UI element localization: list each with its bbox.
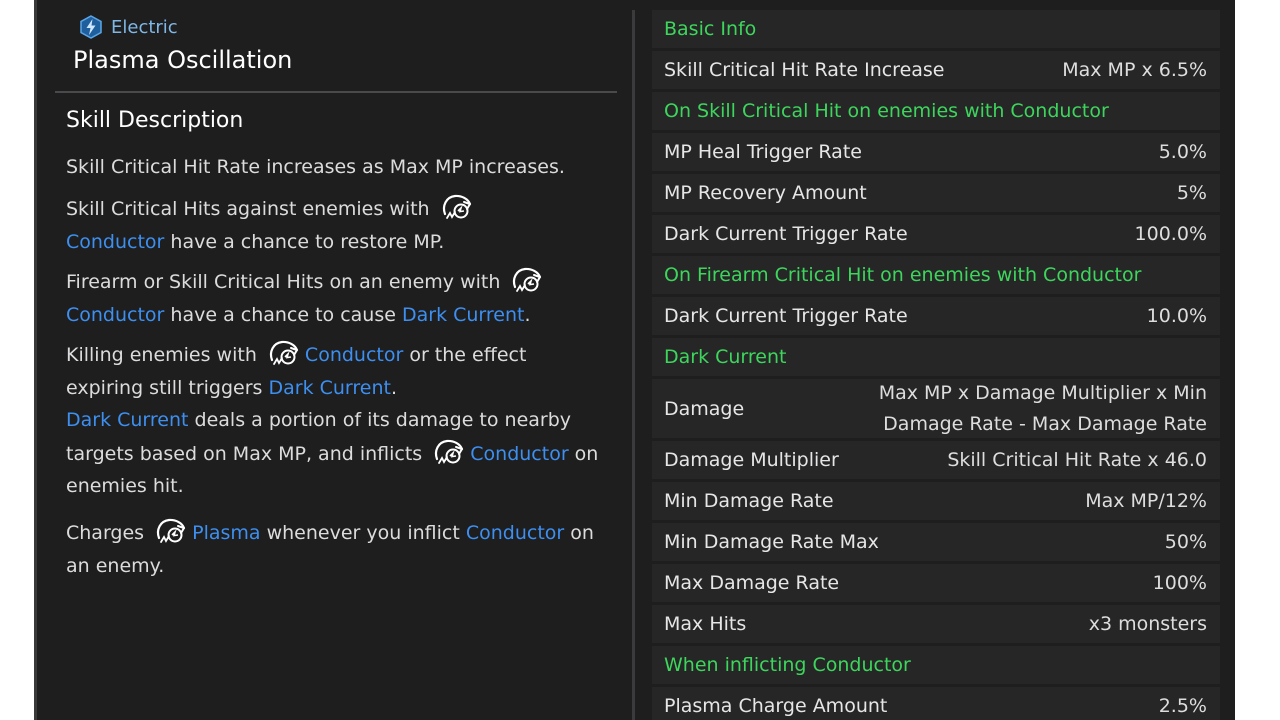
stat-row: Dark Current Trigger Rate 100.0%: [652, 215, 1220, 253]
stat-value-line: Damage Rate - Max Damage Rate: [883, 412, 1207, 435]
plasma-link[interactable]: Plasma: [192, 522, 260, 544]
stat-row: Damage Max MP x Damage Multiplier x Min …: [652, 379, 1220, 438]
stat-value: 5%: [1176, 182, 1207, 204]
section-title: On Firearm Critical Hit on enemies with …: [664, 264, 1142, 286]
description-text: have a chance to restore MP.: [164, 230, 445, 253]
stat-row: MP Recovery Amount 5%: [652, 174, 1220, 212]
description-paragraph-6: Charges Plasma whenever you inflict Cond…: [66, 516, 606, 582]
stat-row: Max Hits x3 monsters: [652, 605, 1220, 643]
section-dark-current: Dark Current: [652, 338, 1220, 376]
stat-label: MP Recovery Amount: [664, 182, 867, 204]
stat-row: Plasma Charge Amount 2.5%: [652, 687, 1220, 720]
conductor-icon: [510, 265, 544, 295]
conductor-link[interactable]: Conductor: [466, 522, 564, 544]
stat-label: Dark Current Trigger Rate: [664, 223, 908, 245]
description-paragraph-2: Skill Critical Hits against enemies with…: [66, 192, 606, 258]
skill-detail-panel: Electric Plasma Oscillation Skill Descri…: [34, 0, 1235, 720]
skill-name: Plasma Oscillation: [73, 46, 293, 74]
description-text: have a chance to cause: [164, 303, 402, 326]
stat-row: Dark Current Trigger Rate 10.0%: [652, 297, 1220, 335]
description-paragraph-4: Killing enemies with Conductor or the ef…: [66, 338, 606, 503]
stat-value: Skill Critical Hit Rate x 46.0: [947, 449, 1207, 471]
column-divider: [632, 10, 635, 720]
conductor-link[interactable]: Conductor: [66, 231, 164, 253]
description-text: Firearm or Skill Critical Hits on an ene…: [66, 271, 501, 293]
stat-label: Min Damage Rate Max: [664, 531, 879, 553]
stat-row: Damage Multiplier Skill Critical Hit Rat…: [652, 441, 1220, 479]
section-inflicting-conductor: When inflicting Conductor: [652, 646, 1220, 684]
conductor-icon: [432, 437, 466, 467]
stat-value: Max MP/12%: [1085, 490, 1207, 512]
section-firearm-crit: On Firearm Critical Hit on enemies with …: [652, 256, 1220, 294]
stat-label: Max Damage Rate: [664, 572, 840, 594]
description-text: Skill Critical Hits against enemies with: [66, 198, 430, 220]
description-text: .: [524, 303, 531, 326]
stat-value: 100.0%: [1134, 223, 1207, 245]
stat-label: Plasma Charge Amount: [664, 695, 888, 717]
stat-label: Dark Current Trigger Rate: [664, 305, 908, 327]
header-divider: [55, 91, 617, 93]
stat-value: 100%: [1152, 572, 1207, 594]
description-text: Skill Critical Hit Rate increases as Max…: [66, 156, 565, 178]
description-text: Killing enemies with: [66, 344, 257, 366]
section-title: Basic Info: [664, 18, 757, 40]
section-skill-crit: On Skill Critical Hit on enemies with Co…: [652, 92, 1220, 130]
dark-current-link[interactable]: Dark Current: [402, 304, 525, 326]
description-text: Charges: [66, 522, 145, 544]
stat-row: Min Damage Rate Max MP/12%: [652, 482, 1220, 520]
stat-value: 10.0%: [1146, 305, 1207, 327]
element-tag: Electric: [79, 12, 178, 42]
description-title: Skill Description: [66, 108, 244, 133]
stat-label: Damage: [664, 397, 745, 420]
stat-value: Max MP x Damage Multiplier x Min Damage …: [879, 378, 1207, 440]
electric-bolt-icon: [80, 15, 102, 39]
stat-label: MP Heal Trigger Rate: [664, 141, 862, 163]
conductor-link[interactable]: Conductor: [470, 443, 568, 465]
description-paragraph-1: Skill Critical Hit Rate increases as Max…: [66, 151, 606, 184]
stat-row: MP Heal Trigger Rate 5.0%: [652, 133, 1220, 171]
conductor-icon: [267, 338, 301, 368]
dark-current-link[interactable]: Dark Current: [269, 377, 392, 399]
plasma-icon: [154, 516, 188, 546]
conductor-link[interactable]: Conductor: [66, 304, 164, 326]
stat-label: Max Hits: [664, 613, 747, 635]
stat-label: Skill Critical Hit Rate Increase: [664, 59, 945, 81]
section-title: On Skill Critical Hit on enemies with Co…: [664, 100, 1109, 122]
description-text: whenever you inflict: [260, 522, 466, 544]
stat-value: x3 monsters: [1088, 613, 1207, 635]
stat-row: Min Damage Rate Max 50%: [652, 523, 1220, 561]
description-text: .: [391, 376, 398, 399]
conductor-link[interactable]: Conductor: [305, 344, 403, 366]
element-label: Electric: [111, 16, 178, 38]
stat-label: Min Damage Rate: [664, 490, 834, 512]
stat-value-line: Max MP x Damage Multiplier x Min: [878, 381, 1207, 404]
stat-value: 50%: [1164, 531, 1207, 553]
stat-row: Max Damage Rate 100%: [652, 564, 1220, 602]
stat-value: Max MP x 6.5%: [1062, 59, 1207, 81]
conductor-icon: [440, 192, 474, 222]
stat-value: 2.5%: [1158, 695, 1207, 717]
stat-value: 5.0%: [1158, 141, 1207, 163]
description-paragraph-3: Firearm or Skill Critical Hits on an ene…: [66, 265, 606, 331]
section-basic-info: Basic Info: [652, 10, 1220, 48]
dark-current-link[interactable]: Dark Current: [66, 409, 189, 431]
stat-row: Skill Critical Hit Rate Increase Max MP …: [652, 51, 1220, 89]
stat-label: Damage Multiplier: [664, 449, 839, 471]
section-title: When inflicting Conductor: [664, 654, 911, 676]
skill-description-column: Electric Plasma Oscillation Skill Descri…: [37, 0, 635, 720]
section-title: Dark Current: [664, 346, 787, 368]
